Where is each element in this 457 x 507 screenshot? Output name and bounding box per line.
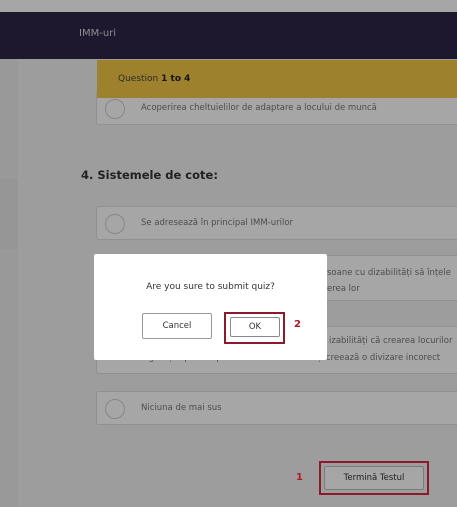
confirm-dialog: Are you sure to submit quiz? Cancel OK: [94, 254, 327, 360]
step-marker-1: 1: [296, 472, 303, 483]
cancel-button[interactable]: Cancel: [142, 313, 212, 339]
quiz-page: IMM-uri Acoperirea cheltuielilor de adap…: [0, 0, 457, 507]
step-marker-2: 2: [294, 319, 301, 330]
dialog-message: Are you sure to submit quiz?: [146, 282, 275, 292]
ok-button[interactable]: OK: [230, 317, 280, 337]
